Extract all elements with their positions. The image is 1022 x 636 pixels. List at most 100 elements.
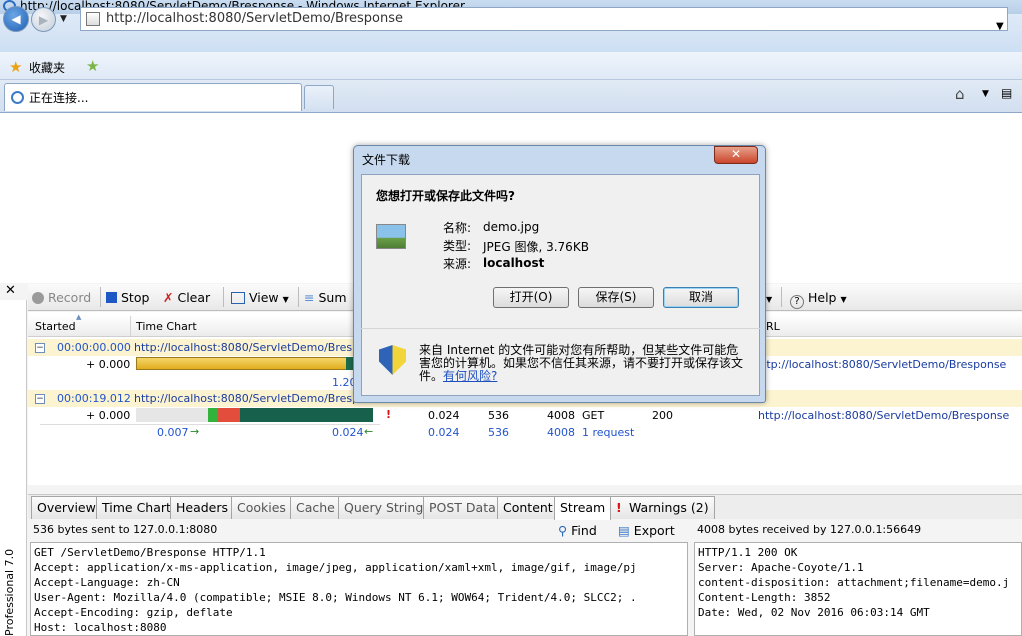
cancel-button[interactable]: 取消: [663, 287, 739, 308]
view-button[interactable]: View ▼: [231, 290, 289, 305]
open-button[interactable]: 打开(O): [493, 287, 569, 308]
address-text: http://localhost:8080/ServletDemo/Brespo…: [106, 11, 403, 26]
request-line: GET /ServletDemo/Bresponse HTTP/1.1: [34, 546, 266, 559]
type-value: JPEG 图像, 3.76KB: [483, 240, 589, 254]
request-info: 536 bytes sent to 127.0.0.1:8080: [33, 523, 218, 536]
column-started[interactable]: Started: [35, 320, 76, 333]
dialog-question: 您想打开或保存此文件吗?: [376, 189, 515, 203]
tab-content[interactable]: Content: [497, 496, 559, 519]
row-sent: 536: [488, 409, 509, 422]
address-bar[interactable]: http://localhost:8080/ServletDemo/Brespo…: [80, 7, 1008, 31]
column-divider: [130, 316, 131, 336]
response-line: Date: Wed, 02 Nov 2016 06:03:14 GMT: [698, 606, 930, 619]
search-icon: ⚲: [558, 523, 568, 538]
response-line: content-disposition: attachment;filename…: [698, 576, 1010, 589]
group-started: 00:00:19.012: [57, 392, 131, 405]
new-tab-button[interactable]: [304, 85, 334, 109]
collapse-icon[interactable]: −: [35, 394, 45, 404]
tab-cookies[interactable]: Cookies: [231, 496, 292, 519]
row-url: http://localhost:8080/ServletDemo/Brespo…: [758, 409, 1010, 422]
favorites-button[interactable]: 收藏夹: [29, 59, 65, 76]
back-button[interactable]: ◀: [3, 6, 29, 32]
tab-stream[interactable]: Stream: [554, 496, 612, 520]
request-line: Host: localhost:8080: [34, 621, 167, 634]
row-url: ttp://localhost:8080/ServletDemo/Brespon…: [762, 358, 1007, 371]
warning-icon: !: [616, 500, 622, 515]
arrow-right-icon: ▶: [38, 12, 49, 27]
column-timechart[interactable]: Time Chart: [136, 320, 197, 333]
summary-received: 4008: [547, 426, 575, 439]
page-menu-icon[interactable]: ▤: [1001, 86, 1012, 100]
row-method: GET: [582, 409, 605, 422]
scale-left: 0.007: [157, 426, 189, 439]
summary-label: Sum: [318, 290, 347, 305]
stop-button[interactable]: Stop: [106, 290, 149, 305]
toolbar-divider: [100, 287, 101, 307]
tab-overview[interactable]: Overview: [31, 496, 102, 519]
help-button[interactable]: ? Help ▼: [790, 290, 847, 309]
star-icon[interactable]: ★: [9, 58, 22, 76]
request-stream-pane[interactable]: GET /ServletDemo/Bresponse HTTP/1.1 Acce…: [30, 542, 688, 636]
summary-button[interactable]: ≡ Sum: [304, 290, 347, 305]
tab-headers[interactable]: Headers: [170, 496, 235, 519]
image-file-icon: [376, 224, 406, 249]
row-time: 0.024: [428, 409, 460, 422]
response-stream-pane[interactable]: HTTP/1.1 200 OK Server: Apache-Coyote/1.…: [694, 542, 1022, 636]
arrow-left-icon: ◀: [11, 12, 21, 26]
tab-post-data[interactable]: POST Data: [423, 496, 502, 519]
timeline-gap: [136, 408, 208, 422]
response-info: 4008 bytes received by 127.0.0.1:56649: [697, 523, 922, 536]
save-button[interactable]: 保存(S): [578, 287, 654, 308]
tab-time-chart[interactable]: Time Chart: [96, 496, 177, 519]
clear-label: Clear: [177, 290, 211, 305]
dialog-divider: [361, 328, 760, 329]
tab-cache[interactable]: Cache: [290, 496, 341, 519]
name-label: 名称:: [443, 221, 472, 235]
toolbar-divider: [223, 287, 224, 307]
add-favorite-icon[interactable]: ★: [86, 57, 99, 75]
risk-link[interactable]: 有何风险?: [443, 369, 497, 383]
address-dropdown-icon[interactable]: ▼: [996, 21, 1004, 32]
home-dropdown-icon[interactable]: ▼: [982, 89, 989, 99]
find-label: Find: [571, 523, 597, 538]
timeline-wait-segment: [218, 408, 240, 422]
tab-warnings[interactable]: ! Warnings (2): [610, 496, 715, 519]
record-button[interactable]: Record: [32, 290, 91, 305]
clear-button[interactable]: ✗ Clear: [163, 290, 210, 305]
history-dropdown-icon[interactable]: ▼: [60, 14, 67, 24]
help-dropdown-chevron[interactable]: ▼: [766, 290, 772, 305]
tab-query-string[interactable]: Query String: [338, 496, 430, 519]
export-button[interactable]: ▤ Export: [618, 523, 675, 538]
row-offset: + 0.000: [86, 358, 131, 371]
response-line: Content-Length: 3852: [698, 591, 831, 604]
toolbar-divider: [781, 287, 782, 307]
row-offset: + 0.000: [86, 409, 131, 422]
request-line: User-Agent: Mozilla/4.0 (compatible; MSI…: [34, 591, 637, 604]
close-icon[interactable]: ✕: [5, 283, 16, 298]
request-line: Accept-Encoding: gzip, deflate: [34, 606, 233, 619]
page-icon: [86, 12, 100, 26]
record-icon: [32, 292, 44, 304]
source-label: 来源:: [443, 257, 472, 271]
warning-flag: !: [386, 408, 392, 421]
name-value: demo.jpg: [483, 220, 540, 234]
group-url: http://localhost:8080/ServletDemo/Brespo…: [134, 341, 386, 354]
collapse-icon[interactable]: −: [35, 343, 45, 353]
forward-button[interactable]: ▶: [31, 7, 56, 32]
chevron-down-icon: ▼: [840, 295, 847, 304]
favorites-bar: [0, 52, 1022, 80]
stop-icon: [106, 292, 117, 303]
dialog-close-button[interactable]: ✕: [714, 146, 758, 164]
row-divider: [40, 424, 380, 425]
help-label: Help: [807, 290, 837, 305]
export-icon: ▤: [618, 523, 630, 538]
column-url[interactable]: RL: [766, 320, 780, 333]
home-icon[interactable]: ⌂: [955, 85, 965, 103]
find-button[interactable]: ⚲ Find: [558, 523, 597, 538]
stack-icon: ≡: [304, 290, 315, 305]
type-label: 类型:: [443, 239, 472, 253]
request-line: Accept-Language: zh-CN: [34, 576, 180, 589]
group-started: 00:00:00.000: [57, 341, 131, 354]
arrow-left-icon: ←: [364, 425, 374, 438]
dialog-title: 文件下载: [362, 153, 411, 167]
